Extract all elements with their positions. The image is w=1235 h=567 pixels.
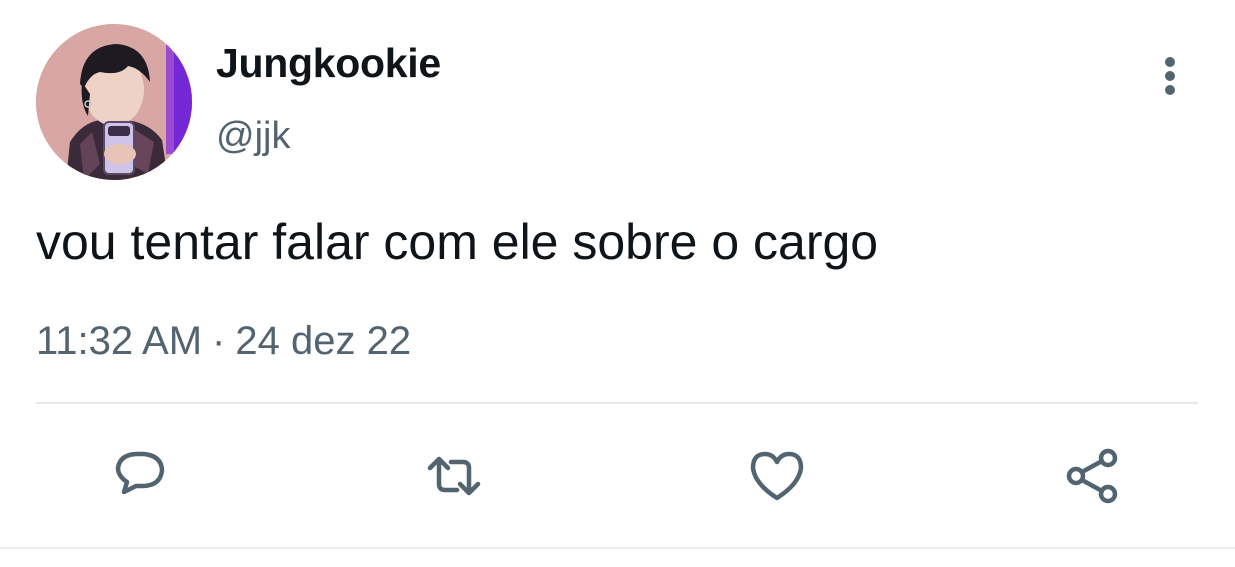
tweet-date[interactable]: 24 dez 22 [235,319,411,363]
display-name[interactable]: Jungkookie [216,40,441,86]
tweet-text: vou tentar falar com ele sobre o cargo [36,214,879,270]
avatar-photo [36,24,192,180]
bottom-divider [0,547,1235,549]
heart-icon [750,451,804,501]
more-options-button[interactable] [1150,52,1190,100]
handle[interactable]: @jjk [216,114,290,158]
retweet-button[interactable] [424,446,484,506]
meta-separator: · [212,319,226,363]
retweet-arrows-icon [427,456,481,496]
divider [36,402,1198,404]
tweet-time[interactable]: 11:32 AM [36,319,202,363]
speech-bubble-icon [115,451,165,495]
share-button[interactable] [1063,446,1123,506]
share-nodes-icon [1066,448,1118,504]
like-button[interactable] [747,446,807,506]
vertical-dots-icon [1165,57,1175,95]
avatar[interactable] [36,24,192,180]
tweet-meta: 11:32 AM · 24 dez 22 [36,317,411,365]
reply-button[interactable] [110,446,170,506]
